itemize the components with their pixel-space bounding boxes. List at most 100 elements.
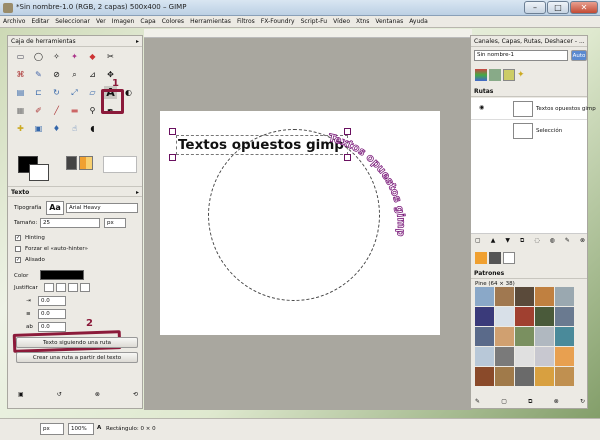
edit-pattern-icon[interactable]: ✎	[475, 398, 480, 408]
visibility-eye-icon[interactable]: ◉	[479, 104, 484, 111]
smudge-icon[interactable]: ☝	[68, 122, 81, 135]
pattern-swatch[interactable]	[475, 307, 494, 326]
raise-icon[interactable]: ▲	[491, 237, 496, 247]
rotate-icon[interactable]: ↻	[50, 86, 63, 99]
tab-paths[interactable]	[503, 69, 515, 81]
pattern-swatch[interactable]	[495, 307, 514, 326]
tab-gradients[interactable]	[503, 252, 515, 264]
justify-fill-button[interactable]	[80, 283, 90, 292]
blend-icon[interactable]: ▦	[14, 104, 27, 117]
close-button[interactable]: ✕	[570, 1, 598, 14]
pattern-preview[interactable]	[79, 156, 93, 170]
measure-icon[interactable]: ⊿	[86, 68, 99, 81]
pattern-swatch[interactable]	[515, 367, 534, 386]
menu-ayuda[interactable]: Ayuda	[406, 16, 431, 28]
duplicate-icon[interactable]: ⧉	[520, 237, 524, 247]
free-select-icon[interactable]: ✧	[50, 50, 63, 63]
path-row[interactable]: ◉ Textos opuestos gimp	[471, 98, 596, 120]
tab-undo[interactable]: ✦	[517, 69, 529, 81]
paths-icon[interactable]: ✎	[32, 68, 45, 81]
pencil-icon[interactable]: ✐	[32, 104, 45, 117]
menu-video[interactable]: Vídeo	[330, 16, 353, 28]
brush-preview[interactable]	[66, 156, 77, 170]
pattern-swatch[interactable]	[535, 307, 554, 326]
stroke-path-icon[interactable]: ✎	[565, 237, 570, 247]
menu-xtns[interactable]: Xtns	[353, 16, 372, 28]
pattern-swatch[interactable]	[555, 347, 574, 366]
zoom-select[interactable]: 100%	[68, 423, 94, 435]
selection-to-path-icon[interactable]: ◍	[550, 237, 555, 247]
image-select[interactable]: Sin nombre-1	[474, 50, 568, 61]
menu-archivo[interactable]: Archivo	[0, 16, 28, 28]
heal-icon[interactable]: ▣	[32, 122, 45, 135]
size-unit-select[interactable]: px	[104, 218, 126, 228]
antialias-checkbox[interactable]: ✓	[15, 257, 21, 263]
pattern-swatch[interactable]	[515, 287, 534, 306]
rect-select-icon[interactable]: ▭	[14, 50, 27, 63]
menu-filtros[interactable]: Filtros	[234, 16, 258, 28]
justify-right-button[interactable]	[56, 283, 66, 292]
size-input[interactable]: 25	[40, 218, 100, 228]
letter-spacing-input[interactable]: 0.0	[38, 322, 66, 332]
menu-fx-foundry[interactable]: FX-Foundry	[258, 16, 298, 28]
panel-menu-icon[interactable]: ▸	[136, 187, 139, 198]
path-from-text-button[interactable]: Crear una ruta a partir del texto	[16, 352, 138, 363]
delete-pattern-icon[interactable]: ⊗	[554, 398, 559, 408]
new-path-icon[interactable]: ▢	[475, 237, 481, 247]
zoom-icon[interactable]: ⌕	[68, 68, 81, 81]
auto-button[interactable]: Auto	[571, 50, 587, 61]
color-select-icon[interactable]: ◆	[86, 50, 99, 63]
pattern-swatch[interactable]	[495, 347, 514, 366]
ellipse-select-icon[interactable]: ◯	[32, 50, 45, 63]
image-canvas[interactable]: Textos opuestos gimp Textos opuestos gim…	[160, 111, 440, 335]
align-icon[interactable]: ▤	[14, 86, 27, 99]
background-color[interactable]	[29, 164, 49, 181]
line-spacing-input[interactable]: 0.0	[38, 309, 66, 319]
foreground-select-icon[interactable]: ⌘	[14, 68, 27, 81]
pattern-swatch[interactable]	[555, 327, 574, 346]
crop-icon[interactable]: ⊏	[32, 86, 45, 99]
path-row[interactable]: Selección	[471, 120, 587, 142]
duplicate-pattern-icon[interactable]: ⧉	[528, 398, 532, 408]
menu-ver[interactable]: Ver	[93, 16, 109, 28]
panel-menu-icon[interactable]: ▸	[136, 36, 139, 47]
tab-channels[interactable]	[475, 69, 487, 81]
pattern-swatch[interactable]	[555, 367, 574, 386]
pattern-swatch[interactable]	[555, 287, 574, 306]
pattern-swatch[interactable]	[515, 307, 534, 326]
unit-select[interactable]: px	[40, 423, 64, 435]
pattern-swatch[interactable]	[475, 367, 494, 386]
font-preview-button[interactable]: Aa	[46, 201, 64, 215]
reset-options-icon[interactable]: ⟲	[133, 391, 138, 401]
pattern-swatch[interactable]	[495, 367, 514, 386]
pattern-swatch[interactable]	[535, 327, 554, 346]
airbrush-icon[interactable]: ⚲	[86, 104, 99, 117]
pattern-swatch[interactable]	[495, 287, 514, 306]
refresh-patterns-icon[interactable]: ↻	[580, 398, 585, 408]
autohinter-checkbox[interactable]	[15, 246, 21, 252]
pattern-swatch[interactable]	[495, 327, 514, 346]
delete-options-icon[interactable]: ⊗	[95, 391, 100, 401]
menu-herramientas[interactable]: Herramientas	[187, 16, 234, 28]
indent-input[interactable]: 0.0	[38, 296, 66, 306]
menu-imagen[interactable]: Imagen	[109, 16, 138, 28]
paintbrush-icon[interactable]: ╱	[50, 104, 63, 117]
justify-center-button[interactable]	[68, 283, 78, 292]
pattern-swatch[interactable]	[475, 287, 494, 306]
menu-script-fu[interactable]: Script-Fu	[298, 16, 331, 28]
eraser-icon[interactable]: ▬	[68, 104, 81, 117]
justify-left-button[interactable]	[44, 283, 54, 292]
font-input[interactable]: Arial Heavy	[66, 203, 138, 213]
shear-icon[interactable]: ▱	[86, 86, 99, 99]
tab-patterns[interactable]	[475, 252, 487, 264]
pattern-swatch[interactable]	[515, 347, 534, 366]
minimize-button[interactable]: –	[524, 1, 546, 14]
menu-editar[interactable]: Editar	[28, 16, 52, 28]
scale-icon[interactable]: ⤢	[68, 86, 81, 99]
save-options-icon[interactable]: ▣	[18, 391, 24, 401]
text-along-path-button[interactable]: Texto siguiendo una ruta	[16, 337, 138, 348]
menu-seleccionar[interactable]: Seleccionar	[52, 16, 93, 28]
clone-icon[interactable]: ✚	[14, 122, 27, 135]
new-pattern-icon[interactable]: ▢	[501, 398, 507, 408]
tab-layers[interactable]	[489, 69, 501, 81]
